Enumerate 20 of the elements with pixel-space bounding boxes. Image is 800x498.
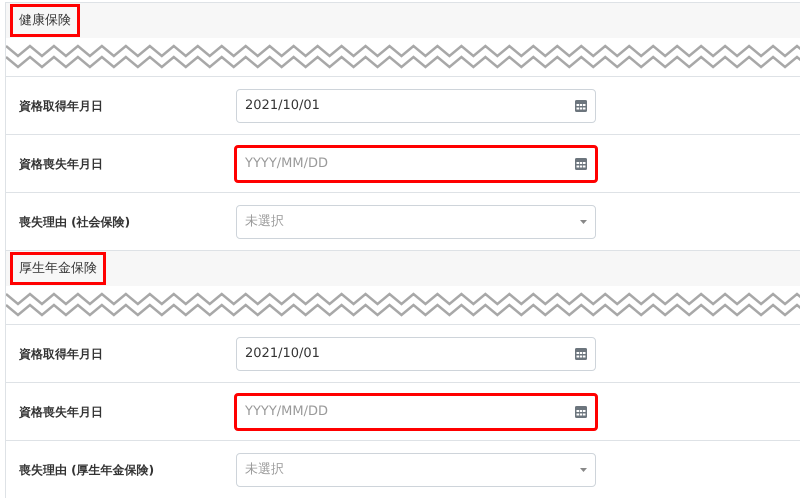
field-label: 資格取得年月日 [19,98,104,114]
calendar-icon [575,405,587,418]
calendar-icon [575,347,587,360]
field-label: 資格喪失年月日 [19,404,104,420]
select-field[interactable]: 未選択 [236,452,596,486]
date-field[interactable]: YYYY/MM/DD [234,392,598,430]
calendar-icon [575,157,587,170]
field-label: 資格取得年月日 [19,346,104,362]
caret-icon [580,468,587,472]
section-title: 厚生年金保険 [10,252,106,286]
date-field[interactable]: 2021/10/01 [236,88,596,122]
field-label: 喪失理由 (厚生年金保険) [19,462,156,478]
field-label: 資格喪失年月日 [19,156,104,172]
calendar-icon [575,99,587,112]
field-label: 喪失理由 (社会保険) [19,214,132,230]
caret-icon [580,220,587,224]
select-field[interactable]: 未選択 [236,204,596,238]
date-field[interactable]: YYYY/MM/DD [234,144,598,182]
date-field[interactable]: 2021/10/01 [236,336,596,370]
section-title: 健康保険 [10,4,80,38]
